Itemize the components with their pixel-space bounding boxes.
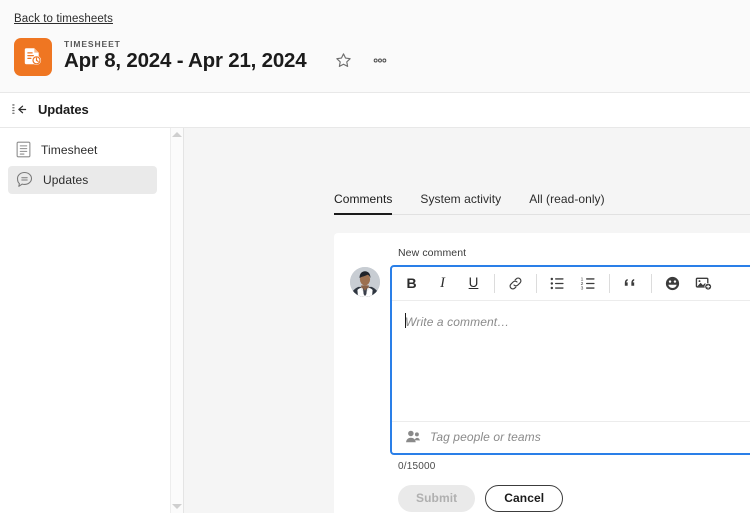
cancel-button[interactable]: Cancel (485, 484, 564, 512)
collapse-panel-left-icon[interactable] (11, 102, 30, 118)
document-lines-icon (16, 141, 31, 158)
comment-bubble-icon (16, 171, 33, 188)
back-to-timesheets-link[interactable]: Back to timesheets (0, 0, 113, 36)
toolbar-separator (651, 273, 652, 293)
formatting-toolbar: B I U 1 2 3 (392, 267, 750, 301)
top-bar: Back to timesheets TIMESHEET Apr 8, 2024… (0, 0, 750, 93)
comment-placeholder: Write a comment… (405, 314, 510, 329)
updates-content-panel: Comments System activity All (read-only)… (184, 127, 750, 513)
bold-button[interactable]: B (396, 268, 427, 298)
bulleted-list-icon[interactable] (542, 268, 573, 298)
toolbar-separator (494, 273, 495, 293)
tab-comments[interactable]: Comments (334, 192, 406, 215)
sidebar-scrollbar[interactable] (170, 127, 183, 513)
editor-row: B I U 1 2 3 Write a comment… Tag people … (350, 264, 750, 455)
blockquote-icon[interactable] (615, 268, 646, 298)
new-comment-card: New comment B I U 1 2 3 Write a comment…… (334, 232, 750, 513)
title-block: TIMESHEET Apr 8, 2024 - Apr 21, 2024 (64, 39, 307, 72)
toolbar-separator (609, 273, 610, 293)
comment-editor[interactable]: B I U 1 2 3 Write a comment… Tag people … (390, 264, 750, 455)
tag-people-row[interactable]: Tag people or teams (392, 420, 750, 453)
action-buttons: Submit Cancel (398, 484, 750, 512)
sidebar-item-label: Timesheet (41, 142, 98, 157)
italic-button[interactable]: I (427, 268, 458, 298)
character-counter: 0/15000 (398, 460, 436, 472)
link-icon[interactable] (500, 268, 531, 298)
svg-text:3: 3 (581, 285, 584, 291)
page-title: Apr 8, 2024 - Apr 21, 2024 (64, 48, 307, 72)
sidebar: Timesheet Updates (0, 127, 184, 513)
scroll-down-arrow-icon[interactable] (172, 504, 182, 509)
emoji-icon[interactable] (657, 268, 688, 298)
comment-text-area[interactable]: Write a comment… (392, 301, 750, 421)
timesheet-updates-page: Back to timesheets TIMESHEET Apr 8, 2024… (0, 0, 750, 513)
breadcrumb-label: Updates (38, 102, 89, 117)
submit-button[interactable]: Submit (398, 484, 476, 512)
scroll-up-arrow-icon[interactable] (172, 131, 182, 137)
body: Timesheet Updates Comments System activi… (0, 127, 750, 513)
insert-image-icon[interactable] (688, 268, 719, 298)
title-row: TIMESHEET Apr 8, 2024 - Apr 21, 2024 (0, 36, 750, 92)
sidebar-item-label: Updates (43, 172, 89, 187)
title-actions (332, 42, 392, 72)
tab-bar: Comments System activity All (read-only) (334, 192, 750, 215)
breadcrumb: Updates (0, 92, 750, 128)
new-comment-label: New comment (398, 246, 467, 259)
sidebar-item-updates[interactable]: Updates (8, 165, 157, 194)
tab-system-activity[interactable]: System activity (406, 192, 515, 214)
text-caret (405, 312, 406, 328)
more-options-icon[interactable] (368, 49, 392, 72)
avatar[interactable] (350, 266, 380, 297)
sidebar-item-timesheet[interactable]: Timesheet (8, 136, 157, 164)
timesheet-document-clock-icon (14, 37, 52, 76)
underline-button[interactable]: U (458, 268, 489, 298)
add-person-icon (405, 429, 421, 444)
tag-placeholder: Tag people or teams (430, 429, 541, 444)
numbered-list-icon[interactable]: 1 2 3 (573, 268, 604, 298)
tab-all-read-only[interactable]: All (read-only) (515, 192, 618, 214)
entity-type-eyebrow: TIMESHEET (64, 39, 121, 50)
star-outline-icon[interactable] (332, 49, 355, 72)
toolbar-separator (536, 273, 537, 293)
